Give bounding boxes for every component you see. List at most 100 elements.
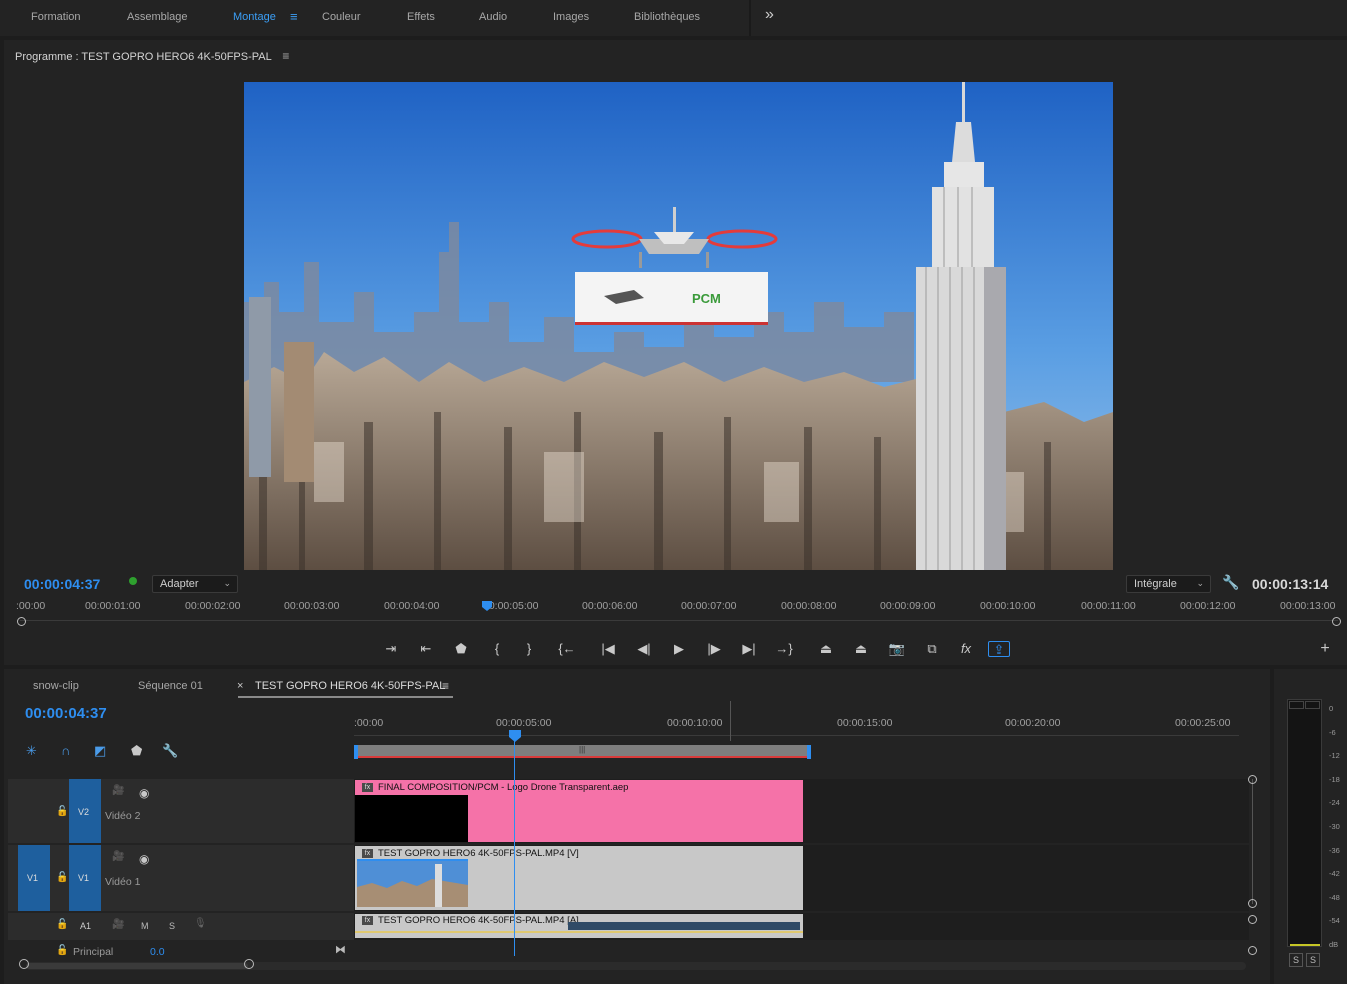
work-area-in-handle[interactable]	[354, 745, 358, 759]
settings-wrench-icon[interactable]: 🔧	[162, 743, 178, 759]
go-to-end-icon[interactable]: ⧓	[335, 943, 346, 956]
timeline-menu-icon[interactable]: ≡	[442, 679, 449, 693]
camera-icon[interactable]: 🎥	[112, 785, 124, 796]
timeline-ruler-label: 00:00:25:00	[1175, 717, 1231, 729]
clip-logo-drone[interactable]: fx FINAL COMPOSITION/PCM - Logo Drone Tra…	[355, 780, 803, 842]
ascroll-handle-bottom[interactable]	[1248, 946, 1257, 955]
vscroll-handle-bottom[interactable]	[1248, 899, 1257, 908]
program-ruler-label: 00:00:13:00	[1280, 600, 1336, 612]
solo-button[interactable]: S	[169, 921, 175, 931]
ruler-divider	[730, 701, 731, 741]
workspace-effets[interactable]: Effets	[407, 11, 435, 23]
export-frame-icon[interactable]: 📷	[886, 641, 908, 657]
track-target-v2-label: V2	[78, 807, 90, 817]
comparison-view-icon[interactable]: ⧉	[921, 641, 943, 657]
wrench-icon[interactable]: 🔧	[1222, 574, 1239, 591]
zoom-handle-left[interactable]	[17, 617, 26, 626]
timeline-ruler-label: 00:00:20:00	[1005, 717, 1061, 729]
lock-icon[interactable]: 🔓	[56, 872, 68, 883]
program-playhead[interactable]	[481, 600, 493, 612]
add-marker-icon[interactable]: ⬟	[131, 743, 142, 759]
horizontal-scrollbar-thumb[interactable]	[26, 963, 248, 969]
add-marker-icon[interactable]: ⬟	[450, 641, 472, 657]
mute-button[interactable]: M	[141, 921, 149, 931]
track-target-v2[interactable]: V2	[69, 779, 101, 843]
clip-gopro-audio[interactable]: fx TEST GOPRO HERO6 4K-50FPS-PAL.MP4 [A]	[355, 914, 803, 938]
step-back-icon[interactable]: ◀|	[633, 641, 655, 657]
workspace-formation[interactable]: Formation	[31, 11, 81, 23]
lock-icon[interactable]: 🔓	[56, 919, 68, 930]
fit-dropdown[interactable]: Adapter ⌄	[152, 575, 238, 593]
solo-left-button[interactable]: S	[1289, 953, 1303, 967]
mark-out-icon[interactable]: ⇤	[415, 641, 437, 657]
solo-right-button[interactable]: S	[1306, 953, 1320, 967]
mark-in-icon[interactable]: ⇥	[380, 641, 402, 657]
workspace-bibliotheques[interactable]: Bibliothèques	[634, 11, 700, 23]
step-forward-icon[interactable]: |▶	[703, 641, 725, 657]
go-to-start-icon[interactable]: |◀	[597, 641, 619, 657]
status-dot-icon	[129, 577, 137, 585]
linked-selection-icon[interactable]: ◩	[94, 743, 106, 759]
program-scrub-track[interactable]	[20, 620, 1338, 621]
close-icon[interactable]: ×	[237, 680, 243, 692]
trim-in-icon[interactable]: {	[486, 641, 508, 657]
program-ruler-label: :00:00	[16, 600, 46, 612]
workspace-bar: Formation Assemblage Montage ≡ Couleur E…	[0, 0, 1347, 36]
program-menu-icon[interactable]: ≡	[282, 49, 289, 63]
workspace-montage[interactable]: Montage	[233, 11, 276, 23]
lock-icon[interactable]: 🔓	[56, 806, 68, 817]
chevron-down-icon: ⌄	[1196, 578, 1204, 588]
nest-icon[interactable]: ✳	[26, 743, 37, 759]
vscroll-handle-top[interactable]	[1248, 775, 1257, 784]
add-button-icon[interactable]: +	[1314, 641, 1336, 657]
eye-icon[interactable]: ◉	[139, 852, 149, 866]
fx-badge-icon: fx	[362, 782, 373, 792]
ascroll-handle-top[interactable]	[1248, 915, 1257, 924]
play-icon[interactable]: ▶	[668, 641, 690, 657]
go-to-end-icon[interactable]: ▶|	[738, 641, 760, 657]
program-title: Programme : TEST GOPRO HERO6 4K-50FPS-PA…	[15, 49, 289, 63]
go-to-out-icon[interactable]: →}	[773, 641, 795, 657]
hscroll-handle-right[interactable]	[244, 959, 254, 969]
meter-frame	[1287, 699, 1322, 947]
tab-snow-clip[interactable]: snow-clip	[33, 680, 79, 692]
trim-out-icon[interactable]: }	[518, 641, 540, 657]
extract-icon[interactable]: ⏏	[850, 641, 872, 657]
program-current-timecode[interactable]: 00:00:04:37	[24, 576, 100, 592]
workspace-assemblage[interactable]: Assemblage	[127, 11, 188, 23]
clip-logo-drone-label: FINAL COMPOSITION/PCM - Logo Drone Trans…	[378, 782, 629, 793]
lock-icon[interactable]: 🔓	[56, 945, 68, 956]
workspace-audio[interactable]: Audio	[479, 11, 507, 23]
sync-lock-icon[interactable]: 🎥	[112, 919, 124, 930]
master-volume-value[interactable]: 0.0	[150, 946, 165, 958]
quality-dropdown[interactable]: Intégrale ⌄	[1126, 575, 1211, 593]
workspace-couleur[interactable]: Couleur	[322, 11, 361, 23]
video-frame[interactable]: PCM	[244, 82, 1113, 570]
tab-sequence-01[interactable]: Séquence 01	[138, 680, 203, 692]
overflow-icon[interactable]: »	[765, 6, 774, 24]
quality-dropdown-label: Intégrale	[1134, 578, 1177, 590]
fx-icon[interactable]: fx	[955, 641, 977, 657]
track-target-a1[interactable]: A1	[80, 921, 91, 931]
work-area-out-handle[interactable]	[807, 745, 811, 759]
workspace-menu-icon[interactable]: ≡	[290, 9, 298, 24]
snap-icon[interactable]: ∩	[61, 743, 70, 758]
tab-test-gopro[interactable]: TEST GOPRO HERO6 4K-50FPS-PAL	[255, 680, 445, 692]
export-icon[interactable]: ⇪	[988, 641, 1010, 657]
vertical-scrollbar[interactable]	[1252, 779, 1253, 904]
timeline-ruler-label: 00:00:05:00	[496, 717, 552, 729]
eye-icon[interactable]: ◉	[139, 786, 149, 800]
program-title-text: Programme : TEST GOPRO HERO6 4K-50FPS-PA…	[15, 51, 272, 63]
track-target-v1[interactable]: V1	[69, 845, 101, 911]
hscroll-handle-left[interactable]	[19, 959, 29, 969]
workspace-images[interactable]: Images	[553, 11, 589, 23]
timeline-current-timecode[interactable]: 00:00:04:37	[25, 705, 107, 722]
go-to-in-icon[interactable]: {←	[556, 641, 578, 657]
track-source-v1[interactable]: V1	[18, 845, 50, 911]
clip-gopro-video[interactable]: fx TEST GOPRO HERO6 4K-50FPS-PAL.MP4 [V]	[355, 846, 803, 910]
camera-icon[interactable]: 🎥	[112, 851, 124, 862]
timeline-playhead[interactable]	[508, 729, 522, 743]
microphone-icon[interactable]: 🎙	[194, 918, 207, 929]
zoom-handle-right[interactable]	[1332, 617, 1341, 626]
lift-icon[interactable]: ⏏	[815, 641, 837, 657]
